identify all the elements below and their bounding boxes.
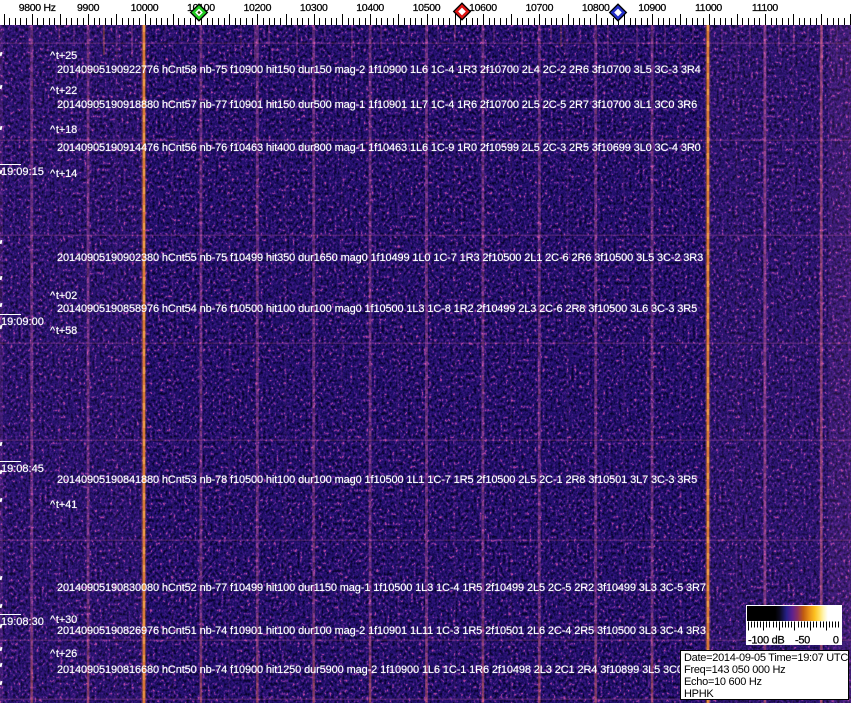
svg-text:10800: 10800 <box>582 2 610 14</box>
svg-text:11100: 11100 <box>752 2 779 14</box>
svg-text:10200: 10200 <box>243 2 271 14</box>
svg-text:0: 0 <box>833 635 839 646</box>
svg-text:9900: 9900 <box>77 2 100 14</box>
svg-text:10500: 10500 <box>413 2 441 14</box>
svg-text:10700: 10700 <box>525 2 553 14</box>
svg-text:10000: 10000 <box>131 2 159 14</box>
svg-text:-50: -50 <box>795 635 810 646</box>
svg-text:9800 Hz: 9800 Hz <box>19 2 56 14</box>
svg-text:10300: 10300 <box>300 2 328 14</box>
svg-text:11000: 11000 <box>695 2 722 14</box>
svg-text:-100 dB: -100 dB <box>748 635 784 646</box>
svg-text:10400: 10400 <box>356 2 384 14</box>
svg-text:10900: 10900 <box>638 2 666 14</box>
svg-text:10600: 10600 <box>469 2 497 14</box>
